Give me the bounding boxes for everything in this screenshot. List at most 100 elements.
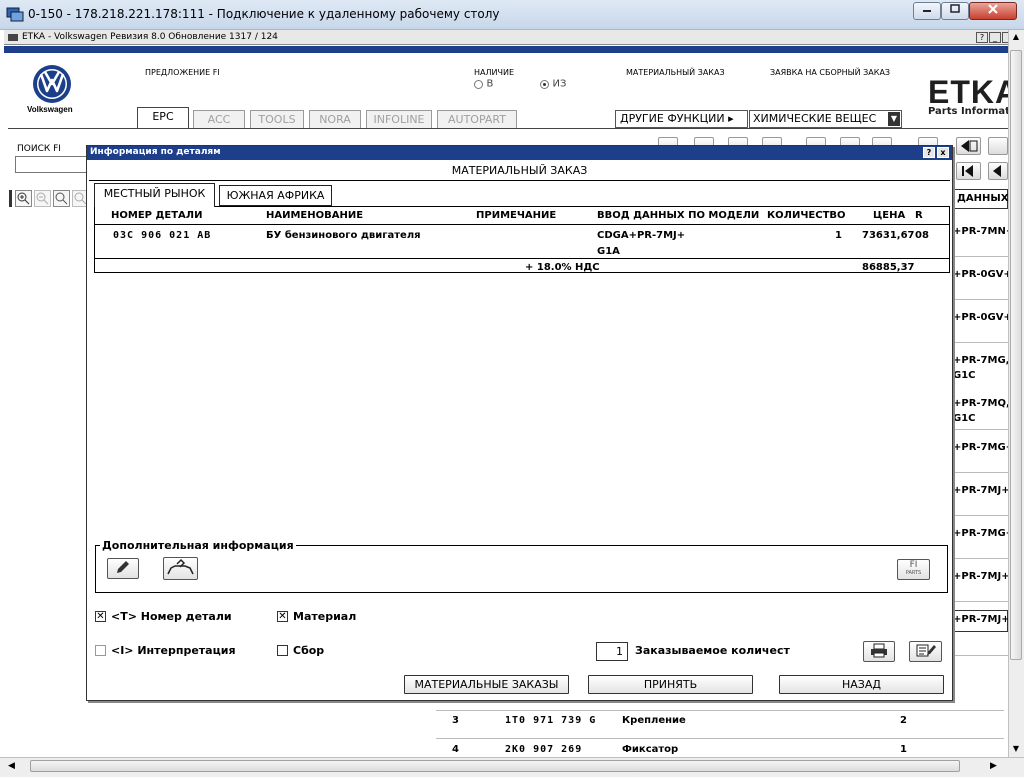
fi-parts-button[interactable]: FI PARTS bbox=[897, 559, 930, 580]
dialog-close-button[interactable]: x bbox=[937, 147, 949, 158]
etka-minimize-button[interactable]: _ bbox=[989, 32, 1001, 43]
horizontal-scroll-thumb[interactable] bbox=[30, 760, 960, 772]
fi-parts-label: FI bbox=[909, 560, 918, 570]
chevron-down-icon[interactable]: ▼ bbox=[888, 112, 900, 126]
edit-list-icon bbox=[916, 644, 936, 657]
zoom-toolbar bbox=[9, 190, 89, 207]
scroll-left-icon[interactable]: ◀ bbox=[8, 761, 15, 771]
row-r: 08 bbox=[915, 230, 929, 241]
part-number-checkbox[interactable]: ✕ bbox=[95, 611, 106, 622]
assembly-checkbox[interactable] bbox=[277, 645, 288, 656]
heading-divider bbox=[89, 180, 950, 181]
material-checkbox[interactable]: ✕ bbox=[277, 611, 288, 622]
printer-icon bbox=[871, 643, 887, 658]
tab-acc[interactable]: ACC bbox=[193, 110, 245, 129]
zoom-fit-icon[interactable] bbox=[53, 190, 70, 207]
material-orders-button[interactable]: МАТЕРИАЛЬНЫЕ ЗАКАЗЫ bbox=[404, 675, 569, 694]
search-label: ПОИСК FI bbox=[17, 144, 61, 154]
row-divider bbox=[953, 299, 1008, 300]
minimize-button[interactable] bbox=[913, 2, 941, 20]
bg-row-4: +PR-7MG, bbox=[953, 355, 1010, 366]
service-button[interactable] bbox=[163, 557, 198, 580]
scroll-right-icon[interactable]: ▶ bbox=[990, 761, 997, 771]
bg-bottom-part: 1T0 971 739 G bbox=[505, 715, 597, 726]
extra-info-box bbox=[95, 545, 948, 593]
scroll-down-icon[interactable]: ▼ bbox=[1010, 744, 1022, 756]
bg-bottom-name: Фиксатор bbox=[622, 744, 679, 755]
row-name: БУ бензинового двигателя bbox=[266, 230, 421, 241]
row-divider bbox=[953, 601, 1008, 602]
search-input[interactable] bbox=[15, 156, 87, 173]
material-order-link[interactable]: МАТЕРИАЛЬНЫЙ ЗАКАЗ bbox=[626, 68, 725, 77]
brand-label: Volkswagen bbox=[27, 105, 73, 114]
bg-row-2: +PR-0GV+ bbox=[953, 269, 1012, 280]
vertical-scroll-thumb[interactable] bbox=[1010, 50, 1022, 660]
tab-local-market[interactable]: МЕСТНЫЙ РЫНОК bbox=[94, 183, 215, 207]
row-divider bbox=[953, 472, 1008, 473]
print-button[interactable] bbox=[863, 641, 895, 662]
page-prev-icon[interactable] bbox=[956, 137, 981, 155]
col-r: R bbox=[915, 210, 923, 221]
back-button[interactable]: НАЗАД bbox=[779, 675, 944, 694]
accept-button[interactable]: ПРИНЯТЬ bbox=[588, 675, 753, 694]
header-accent-bar bbox=[4, 46, 1008, 53]
edit-note-button[interactable] bbox=[107, 558, 139, 579]
minimize-icon bbox=[923, 10, 931, 12]
prev-page-button[interactable] bbox=[988, 162, 1008, 180]
vat-divider bbox=[95, 258, 949, 259]
chemicals-select[interactable]: ХИМИЧЕСКИЕ ВЕЩЕС bbox=[749, 110, 902, 128]
order-quantity-input[interactable]: 1 bbox=[596, 642, 628, 661]
row-price-with-vat: 86885,37 bbox=[862, 262, 915, 273]
bg-row-9: +PR-7MJ+ bbox=[953, 571, 1010, 582]
col-price: ЦЕНА bbox=[873, 210, 906, 221]
assembly-order-link[interactable]: ЗАЯВКА НА СБОРНЫЙ ЗАКАЗ bbox=[770, 68, 890, 77]
radio-from[interactable] bbox=[540, 79, 549, 89]
availability-in-option[interactable]: В bbox=[474, 77, 493, 90]
row-divider bbox=[953, 256, 1008, 257]
tab-nora[interactable]: NORA bbox=[309, 110, 361, 129]
tab-south-africa[interactable]: ЮЖНАЯ АФРИКА bbox=[219, 185, 332, 206]
bg-row-7: +PR-7MJ+ bbox=[953, 485, 1010, 496]
close-button[interactable] bbox=[969, 2, 1017, 20]
offer-fi-label[interactable]: ПРЕДЛОЖЕНИЕ FI bbox=[145, 68, 220, 77]
col-model: ВВОД ДАННЫХ ПО МОДЕЛИ bbox=[597, 210, 760, 221]
part-info-dialog: Информация по деталям ? x МАТЕРИАЛЬНЫЙ З… bbox=[86, 145, 953, 701]
dialog-help-button[interactable]: ? bbox=[923, 147, 935, 158]
tab-tools[interactable]: TOOLS bbox=[250, 110, 304, 129]
col-note: ПРИМЕЧАНИЕ bbox=[476, 210, 557, 221]
assembly-checkbox-label: Сбор bbox=[293, 644, 325, 657]
first-page-button[interactable] bbox=[956, 162, 981, 180]
maximize-button[interactable] bbox=[941, 2, 969, 20]
tab-autopart[interactable]: AUTOPART bbox=[437, 110, 517, 129]
scroll-up-icon[interactable]: ▲ bbox=[1010, 32, 1022, 44]
zoom-in-icon[interactable] bbox=[15, 190, 32, 207]
row-divider bbox=[953, 558, 1008, 559]
fi-parts-sublabel: PARTS bbox=[905, 570, 922, 576]
row-divider bbox=[436, 710, 1004, 711]
availability-from-option[interactable]: ИЗ bbox=[540, 77, 566, 90]
other-functions-menu[interactable]: ДРУГИЕ ФУНКЦИИ ▸ bbox=[615, 110, 748, 128]
row-divider bbox=[953, 655, 1008, 656]
zoom-out-icon[interactable] bbox=[34, 190, 51, 207]
tab-infoline[interactable]: INFOLINE bbox=[366, 110, 432, 129]
first-page-icon bbox=[962, 165, 973, 177]
table-row[interactable] bbox=[95, 226, 949, 272]
row-model-line1: CDGA+PR-7MJ+ bbox=[597, 230, 686, 241]
bg-row-5: +PR-7MQ, bbox=[953, 398, 1010, 409]
edit-list-button[interactable] bbox=[909, 641, 942, 662]
bg-row-5-line2: G1C bbox=[953, 413, 976, 424]
car-service-icon bbox=[167, 558, 194, 575]
page-icon[interactable] bbox=[988, 137, 1008, 155]
radio-in[interactable] bbox=[474, 79, 483, 89]
row-vat-label: + 18.0% НДС bbox=[525, 262, 600, 273]
tab-epc[interactable]: EPC bbox=[137, 107, 189, 128]
row-divider bbox=[436, 738, 1004, 739]
bg-row-3: +PR-0GV+ bbox=[953, 312, 1012, 323]
caret-right-icon: ▸ bbox=[728, 112, 734, 125]
rdp-window-title: 0-150 - 178.218.221.178:111 - Подключени… bbox=[28, 7, 500, 21]
interpretation-checkbox[interactable] bbox=[95, 645, 106, 656]
dialog-title: Информация по деталям bbox=[90, 147, 221, 157]
bg-bottom-name: Крепление bbox=[622, 715, 686, 726]
etka-help-button[interactable]: ? bbox=[976, 32, 988, 43]
bg-row-4-line2: G1C bbox=[953, 370, 976, 381]
